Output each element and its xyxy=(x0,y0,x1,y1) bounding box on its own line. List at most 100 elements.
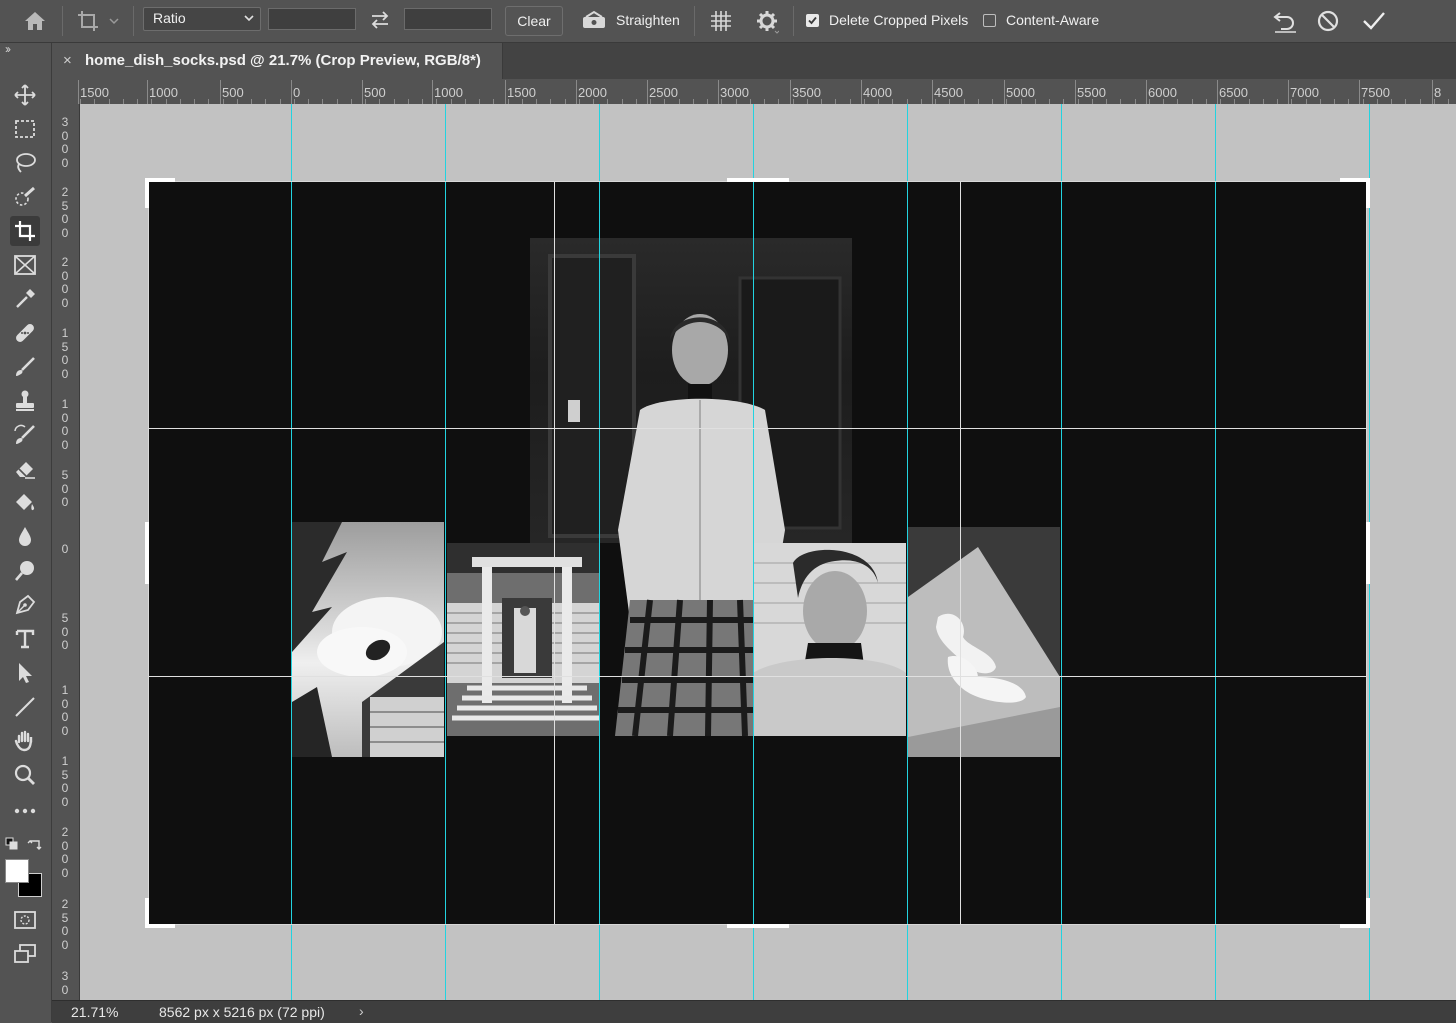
crop-handle-bottom-left[interactable] xyxy=(145,924,175,928)
expand-panel-icon[interactable]: ›› xyxy=(5,42,11,56)
hand-tool-icon[interactable] xyxy=(10,726,40,756)
reset-icon[interactable] xyxy=(1271,8,1299,34)
crop-width-field[interactable] xyxy=(268,8,356,30)
lasso-tool-icon[interactable] xyxy=(10,148,40,178)
crop-border[interactable] xyxy=(148,181,1367,925)
eraser-tool-icon[interactable] xyxy=(10,454,40,484)
crop-handle-right[interactable] xyxy=(1366,522,1370,584)
ruler-tick xyxy=(932,80,933,104)
ruler-label: 1000 xyxy=(434,85,463,100)
type-tool-icon[interactable] xyxy=(10,624,40,654)
ruler-tick xyxy=(1217,80,1218,104)
path-selection-tool-icon[interactable] xyxy=(10,658,40,688)
line-tool-icon[interactable] xyxy=(10,692,40,722)
crop-handle-left[interactable] xyxy=(145,522,149,584)
crop-handle-top-left[interactable] xyxy=(145,178,175,182)
crop-handle-top-left[interactable] xyxy=(145,178,149,208)
straighten-icon[interactable] xyxy=(580,9,608,31)
quick-mask-icon[interactable] xyxy=(10,905,40,935)
content-aware-label[interactable]: Content-Aware xyxy=(1006,12,1099,28)
default-colors-icon[interactable] xyxy=(5,837,19,856)
ruler-tick xyxy=(790,80,791,104)
ruler-tick xyxy=(362,80,363,104)
document-info: 8562 px x 5216 px (72 ppi) xyxy=(159,1004,325,1020)
commit-checkmark-icon[interactable] xyxy=(1360,8,1388,34)
ruler-label: 2000 xyxy=(61,825,69,880)
overlay-grid-icon[interactable] xyxy=(708,8,734,34)
frame-tool-icon[interactable] xyxy=(10,250,40,280)
ruler-label: 1000 xyxy=(149,85,178,100)
ruler-tick xyxy=(576,80,577,104)
ruler-tick xyxy=(432,80,433,104)
move-tool-icon[interactable] xyxy=(10,80,40,110)
crop-handle-bottom-left[interactable] xyxy=(145,898,149,928)
ruler-label: 1500 xyxy=(507,85,536,100)
crop-handle-top-right[interactable] xyxy=(1366,178,1370,208)
ruler-label: 2000 xyxy=(61,255,69,310)
ruler-label: 1500 xyxy=(80,85,109,100)
zoom-level[interactable]: 21.71% xyxy=(71,1004,118,1020)
ruler-label: 500 xyxy=(61,468,69,509)
paint-bucket-tool-icon[interactable] xyxy=(10,488,40,518)
gear-icon[interactable] xyxy=(754,8,780,36)
ruler-label: 1000 xyxy=(61,683,69,738)
delete-cropped-checkbox[interactable] xyxy=(806,14,819,27)
straighten-label[interactable]: Straighten xyxy=(616,12,680,28)
marquee-tool-icon[interactable] xyxy=(10,114,40,144)
foreground-color-swatch[interactable] xyxy=(5,859,29,883)
ruler-tick xyxy=(1432,80,1433,104)
ruler-tick xyxy=(78,80,79,104)
document-tab[interactable]: × home_dish_socks.psd @ 21.7% (Crop Prev… xyxy=(52,43,503,79)
ruler-label: 1000 xyxy=(61,397,69,452)
ruler-tick xyxy=(861,80,862,104)
dodge-tool-icon[interactable] xyxy=(10,556,40,586)
quick-selection-tool-icon[interactable] xyxy=(10,182,40,212)
delete-cropped-label[interactable]: Delete Cropped Pixels xyxy=(829,12,968,28)
ruler-label: 4500 xyxy=(934,85,963,100)
pen-tool-icon[interactable] xyxy=(10,590,40,620)
crop-tool-icon[interactable] xyxy=(10,216,40,246)
ruler-tick xyxy=(647,80,648,104)
history-brush-tool-icon[interactable] xyxy=(10,420,40,450)
swap-icon[interactable] xyxy=(368,9,392,31)
healing-brush-tool-icon[interactable] xyxy=(10,318,40,348)
blur-tool-icon[interactable] xyxy=(10,522,40,552)
ratio-select[interactable]: Ratio xyxy=(143,7,261,31)
crop-height-field[interactable] xyxy=(404,8,492,30)
ruler-tick xyxy=(1075,80,1076,104)
ruler-label: 4000 xyxy=(863,85,892,100)
crop-handle-bottom-right[interactable] xyxy=(1366,898,1370,928)
ratio-select-label: Ratio xyxy=(153,10,186,26)
eyedropper-tool-icon[interactable] xyxy=(10,284,40,314)
ruler-label: 2500 xyxy=(61,897,69,952)
crop-handle-top[interactable] xyxy=(727,178,789,182)
ruler-label: 500 xyxy=(364,85,386,100)
cancel-icon[interactable] xyxy=(1315,8,1341,34)
clone-stamp-tool-icon[interactable] xyxy=(10,386,40,416)
ruler-tick xyxy=(147,80,148,104)
status-menu-arrow-icon[interactable]: › xyxy=(359,1003,364,1019)
ruler-label: 1500 xyxy=(61,754,69,809)
zoom-tool-icon[interactable] xyxy=(10,760,40,790)
more-tools-icon[interactable] xyxy=(10,796,40,826)
ruler-tick xyxy=(505,80,506,104)
brush-tool-icon[interactable] xyxy=(10,352,40,382)
ruler-tick xyxy=(220,80,221,104)
ruler-label: 3000 xyxy=(720,85,749,100)
crop-preset-icon[interactable] xyxy=(76,8,122,34)
ruler-tick xyxy=(718,80,719,104)
swap-colors-icon[interactable] xyxy=(27,836,43,857)
ruler-tick xyxy=(1288,80,1289,104)
vertical-ruler[interactable]: 3000 2500 2000 1500 1000 500 0 500 1000 1500 2000 2… xyxy=(52,104,80,1000)
ruler-tick xyxy=(1359,80,1360,104)
screen-mode-icon[interactable] xyxy=(10,939,40,969)
ruler-label: 0 xyxy=(293,85,301,100)
horizontal-ruler[interactable]: 1500 1000 500 0 500 1000 1500 2000 2500 3000 3500 4… xyxy=(52,80,1456,105)
home-icon[interactable] xyxy=(22,9,48,33)
options-bar: Ratio Clear Straighten Delete Cropped Pi… xyxy=(0,0,1456,43)
clear-button[interactable]: Clear xyxy=(505,6,563,36)
content-aware-checkbox[interactable] xyxy=(983,14,996,27)
close-tab-icon[interactable]: × xyxy=(63,52,72,69)
crop-handle-bottom[interactable] xyxy=(727,924,789,928)
ruler-label: 500 xyxy=(222,85,244,100)
